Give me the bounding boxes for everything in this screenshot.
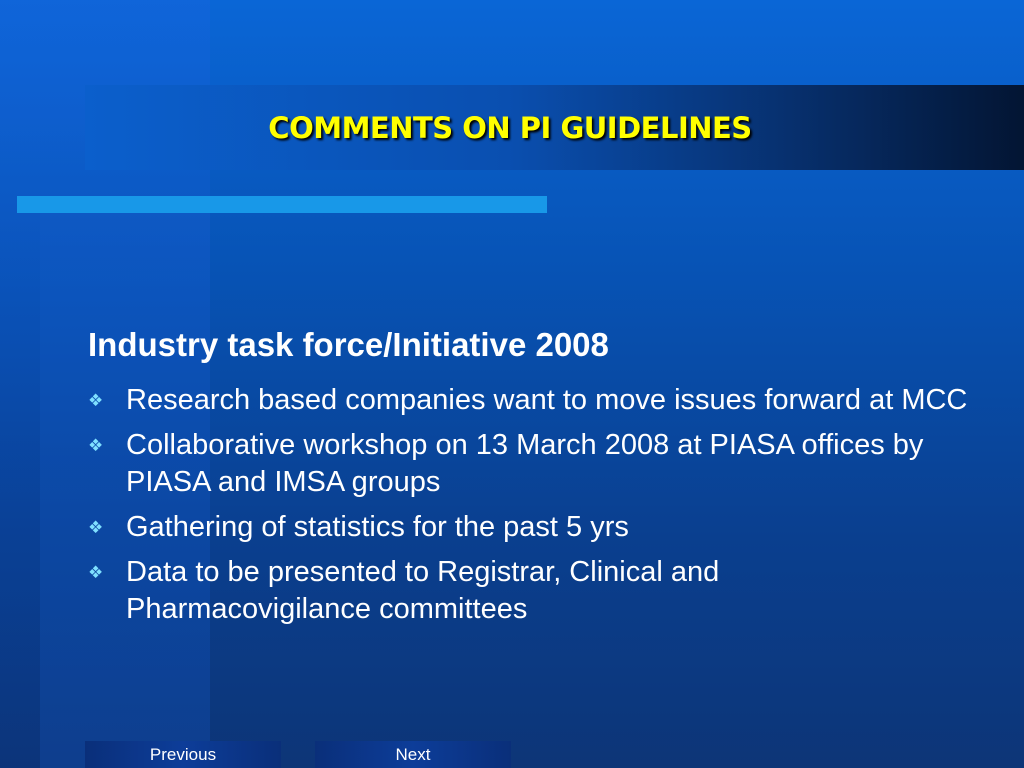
slide-title: COMMENTS ON PI GUIDELINES <box>268 110 752 145</box>
bullet-text: Gathering of statistics for the past 5 y… <box>126 511 629 543</box>
bullet-text: Research based companies want to move is… <box>126 384 968 416</box>
diamond-bullet-icon: ❖ <box>88 436 104 455</box>
diamond-bullet-icon: ❖ <box>88 518 104 537</box>
bullet-item: ❖ Collaborative workshop on 13 March 200… <box>88 427 968 501</box>
diamond-bullet-icon: ❖ <box>88 391 104 410</box>
bullet-item: ❖ Data to be presented to Registrar, Cli… <box>88 554 968 628</box>
previous-button[interactable]: Previous <box>85 741 281 768</box>
slide-subtitle: Industry task force/Initiative 2008 <box>88 326 609 363</box>
bullet-item: ❖ Gathering of statistics for the past 5… <box>88 509 968 546</box>
bullet-text: Collaborative workshop on 13 March 2008 … <box>126 429 924 498</box>
diamond-bullet-icon: ❖ <box>88 563 104 582</box>
accent-bar <box>17 196 547 213</box>
bullet-list: ❖ Research based companies want to move … <box>88 382 968 636</box>
bullet-item: ❖ Research based companies want to move … <box>88 382 968 419</box>
next-button[interactable]: Next <box>315 741 511 768</box>
bullet-text: Data to be presented to Registrar, Clini… <box>126 556 720 625</box>
